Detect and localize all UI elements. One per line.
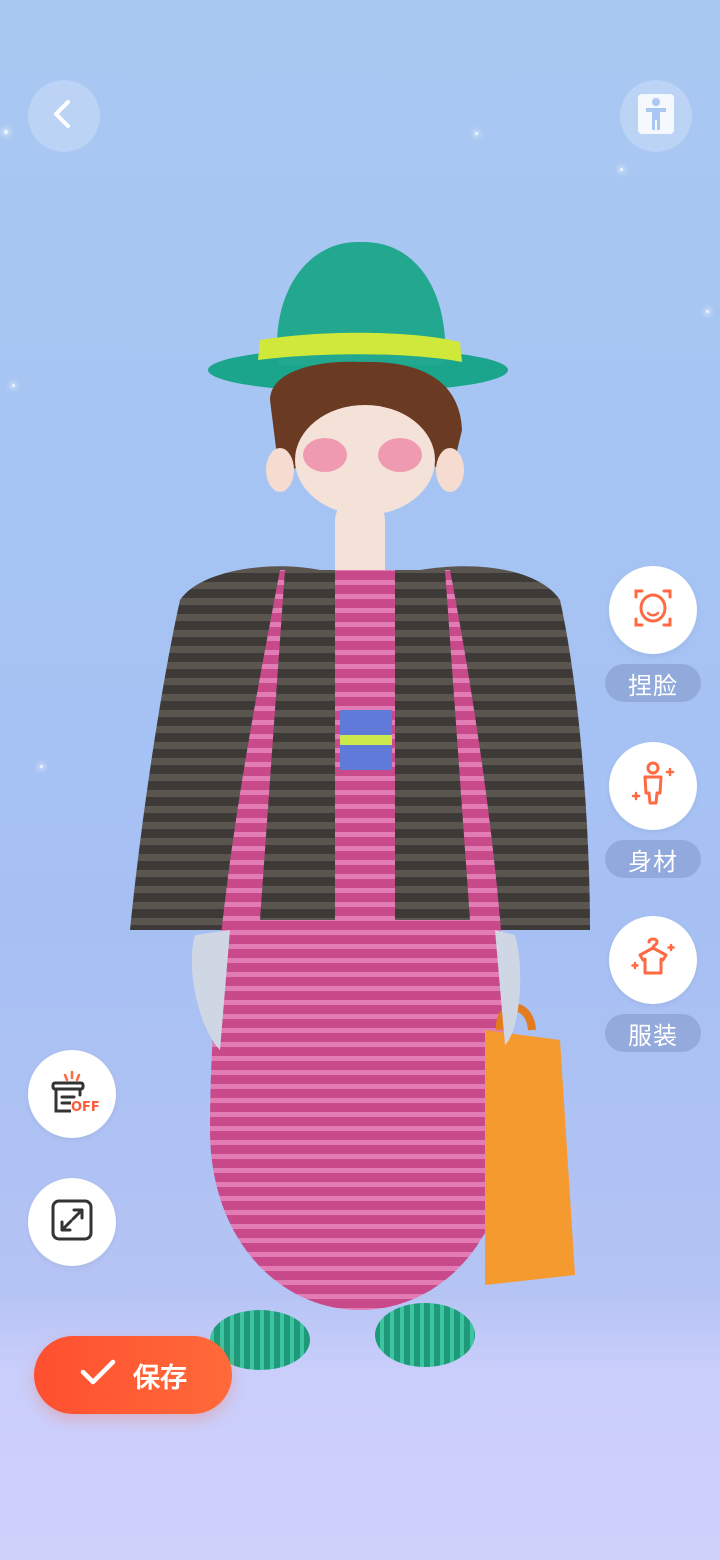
side-item-label: 身材	[605, 840, 701, 878]
back-button[interactable]	[28, 80, 100, 152]
stage-toggle-button[interactable]: OFF	[28, 1050, 116, 1138]
body-shape-icon	[628, 759, 678, 813]
fullscreen-button[interactable]	[28, 1178, 116, 1266]
side-item-face[interactable]: 捏脸	[605, 566, 701, 702]
background-sparkle	[40, 765, 43, 768]
person-standing-icon	[636, 92, 676, 140]
body-view-toggle-button[interactable]	[620, 80, 692, 152]
off-badge: OFF	[71, 1100, 100, 1115]
chevron-left-icon	[46, 96, 82, 136]
face-edit-icon	[628, 583, 678, 637]
stage-off-icon: OFF	[45, 1067, 100, 1121]
background-sparkle	[4, 130, 8, 134]
side-item-clothes[interactable]: 服装	[605, 916, 701, 1052]
clothes-hanger-icon	[628, 933, 678, 987]
face-edit-button[interactable]	[609, 566, 697, 654]
background-sparkle	[475, 132, 478, 135]
side-item-label: 捏脸	[605, 664, 701, 702]
check-icon	[79, 1357, 117, 1394]
side-item-body[interactable]: 身材	[605, 742, 701, 878]
background-sparkle	[620, 168, 623, 171]
side-item-label: 服装	[605, 1014, 701, 1052]
background-sparkle	[12, 384, 15, 387]
background-sparkle	[706, 310, 709, 313]
expand-icon	[48, 1196, 96, 1248]
avatar-character[interactable]	[120, 230, 620, 1400]
body-shape-button[interactable]	[609, 742, 697, 830]
save-button-label: 保存	[133, 1362, 187, 1394]
clothes-button[interactable]	[609, 916, 697, 1004]
save-button[interactable]: 保存	[34, 1336, 232, 1414]
